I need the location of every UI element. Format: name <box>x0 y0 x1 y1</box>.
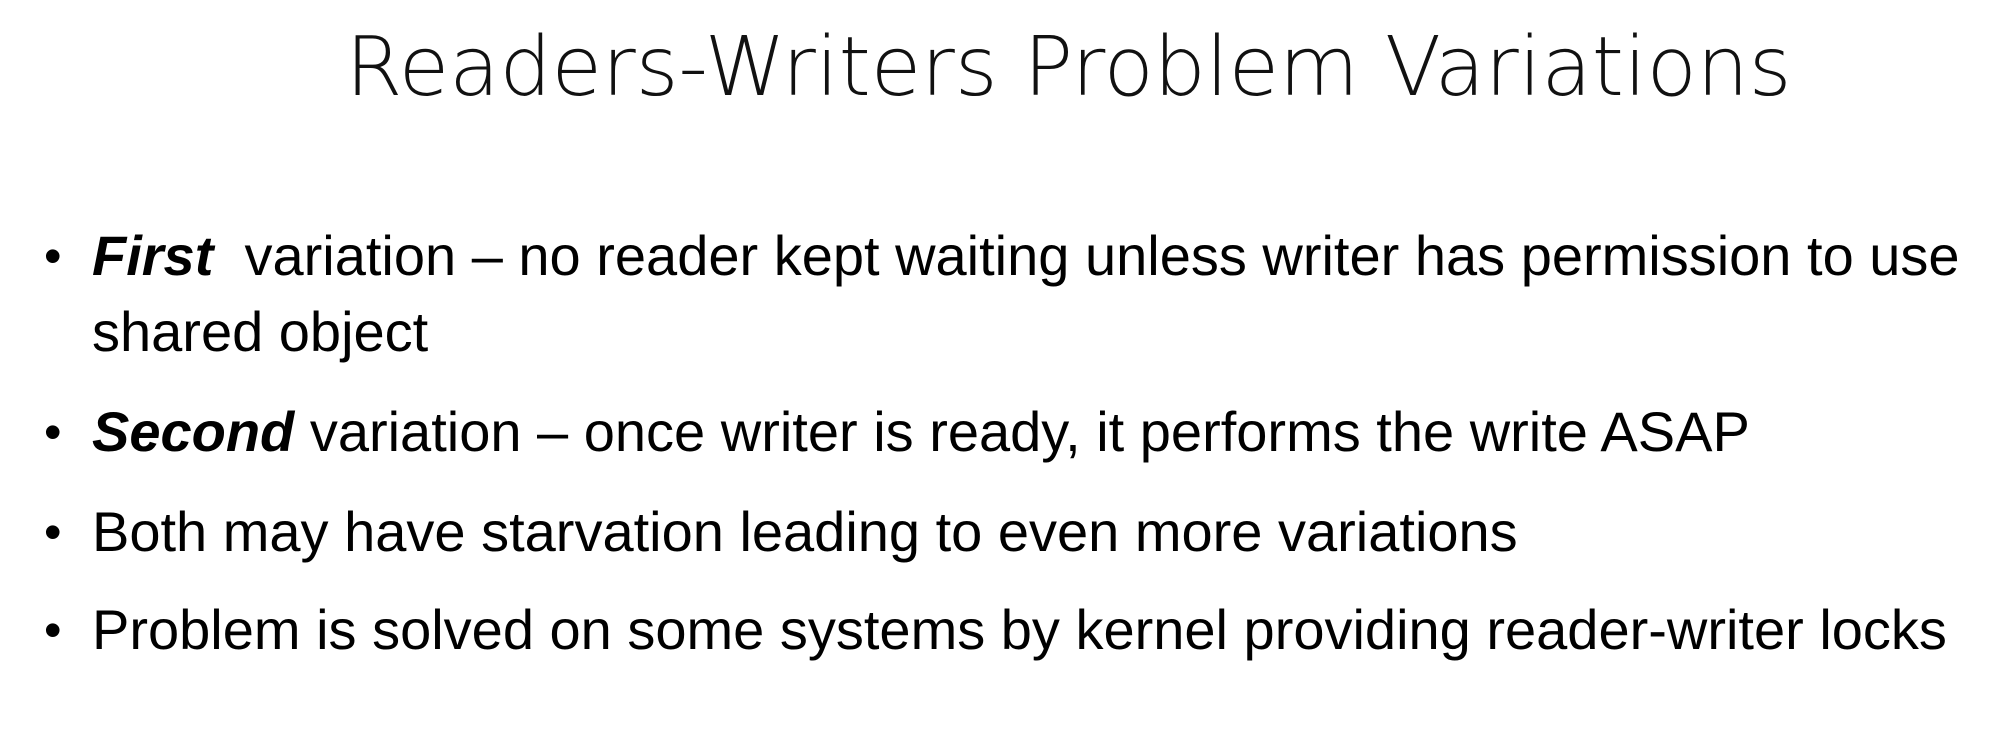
bullet-lead-term: First <box>92 224 214 287</box>
slide-title: Readers-Writers Problem Variations <box>345 20 1792 115</box>
bullet-item-first-variation: • First variation – no reader kept waiti… <box>44 218 1994 370</box>
bullet-text: Both may have starvation leading to even… <box>92 500 1518 563</box>
bullet-point-icon: • <box>44 228 62 284</box>
bullet-item-starvation: • Both may have starvation leading to ev… <box>44 494 1994 570</box>
bullet-text: variation – once writer is ready, it per… <box>294 400 1750 463</box>
bullet-item-kernel-locks: • Problem is solved on some systems by k… <box>44 592 1994 668</box>
bullet-item-second-variation: • Second variation – once writer is read… <box>44 394 1994 470</box>
bullet-text: variation – no reader kept waiting unles… <box>92 224 1976 363</box>
bullet-point-icon: • <box>44 602 62 658</box>
bullet-point-icon: • <box>44 404 62 460</box>
bullet-lead-term: Second <box>92 400 295 463</box>
bullet-text: Problem is solved on some systems by ker… <box>92 598 1947 661</box>
slide: Readers-Writers Problem Variations • Fir… <box>0 0 1997 753</box>
bullet-list: • First variation – no reader kept waiti… <box>44 218 1994 692</box>
bullet-point-icon: • <box>44 504 62 560</box>
